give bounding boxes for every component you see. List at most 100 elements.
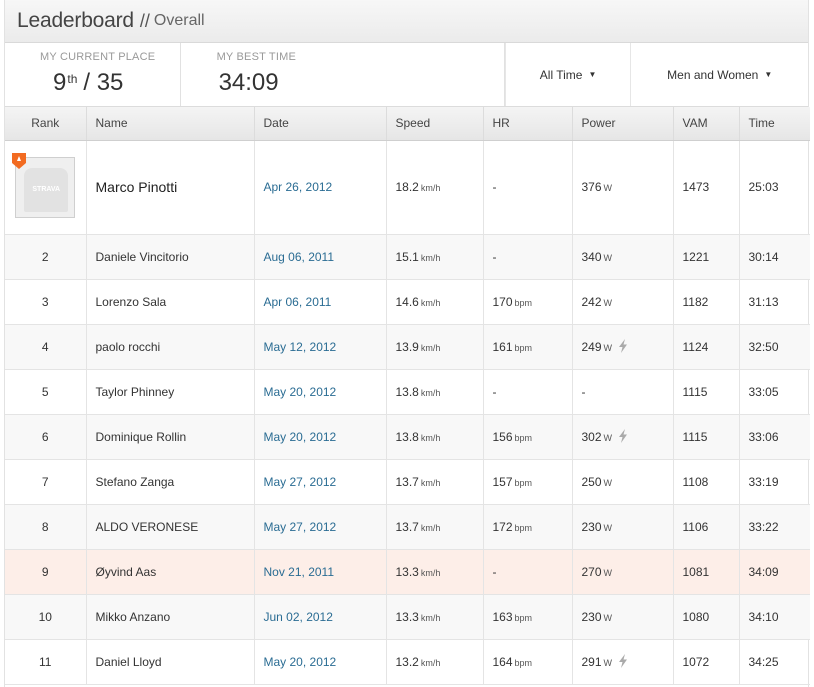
- table-row: 11 Daniel Lloyd May 20, 2012 13.2 km/h 164 bpm…: [5, 639, 810, 685]
- power-cell: 270 W: [572, 549, 674, 595]
- time-cell: 33:06: [739, 414, 810, 460]
- leaderboard-panel: Leaderboard // Overall MY CURRENT PLACE …: [4, 0, 810, 687]
- gender-filter-dropdown[interactable]: Men and Women ▼: [630, 43, 808, 106]
- hr-cell: 164 bpm: [483, 639, 573, 685]
- power-cell: 302 W: [572, 414, 674, 460]
- hr-cell: 157 bpm: [483, 459, 573, 505]
- time-cell: 33:19: [739, 459, 810, 505]
- lightning-bolt-icon: [619, 654, 628, 668]
- table-row: 2 Daniele Vincitorio Aug 06, 2011 15.1 km/h -…: [5, 234, 810, 280]
- power-cell: 340 W: [572, 234, 674, 280]
- athlete-name-link[interactable]: Dominique Rollin: [96, 430, 187, 444]
- column-header-time[interactable]: Time: [739, 107, 810, 141]
- athlete-name-link[interactable]: Stefano Zanga: [96, 475, 175, 489]
- activity-date-link[interactable]: Aug 06, 2011: [264, 250, 335, 264]
- athlete-name-link[interactable]: Lorenzo Sala: [96, 295, 167, 309]
- hr-cell: -: [483, 369, 573, 415]
- time-filter-label: All Time: [539, 67, 583, 82]
- column-header-vam[interactable]: VAM: [673, 107, 740, 141]
- power-cell: 242 W: [572, 279, 674, 325]
- vam-cell: 1072: [673, 639, 740, 685]
- athlete-name-link[interactable]: Mikko Anzano: [96, 610, 171, 624]
- activity-date-link[interactable]: Nov 21, 2011: [264, 565, 335, 579]
- athlete-name-cell[interactable]: Stefano Zanga: [86, 459, 255, 505]
- speed-cell: 13.7 km/h: [386, 504, 484, 550]
- date-cell: Aug 06, 2011: [254, 234, 387, 280]
- speed-cell: 13.8 km/h: [386, 414, 484, 460]
- athlete-name-link[interactable]: Daniele Vincitorio: [96, 250, 189, 264]
- athlete-name-cell[interactable]: Daniel Lloyd: [86, 639, 255, 685]
- hr-cell: 161 bpm: [483, 324, 573, 370]
- column-header-power[interactable]: Power: [572, 107, 674, 141]
- activity-date-link[interactable]: May 12, 2012: [264, 340, 337, 354]
- hr-cell: 172 bpm: [483, 504, 573, 550]
- date-cell: May 20, 2012: [254, 414, 387, 460]
- power-cell: 250 W: [572, 459, 674, 505]
- date-cell: Apr 06, 2011: [254, 279, 387, 325]
- lightning-bolt-icon: [619, 429, 628, 443]
- athlete-name-cell[interactable]: Lorenzo Sala: [86, 279, 255, 325]
- athlete-name-link[interactable]: Marco Pinotti: [96, 179, 178, 195]
- athlete-name-link[interactable]: Daniel Lloyd: [96, 655, 162, 669]
- vam-cell: 1124: [673, 324, 740, 370]
- athlete-name-cell[interactable]: ALDO VERONESE: [86, 504, 255, 550]
- athlete-name-cell[interactable]: paolo rocchi: [86, 324, 255, 370]
- athlete-name-cell[interactable]: Daniele Vincitorio: [86, 234, 255, 280]
- avatar[interactable]: STRAVA: [12, 152, 76, 218]
- time-cell: 32:50: [739, 324, 810, 370]
- speed-cell: 14.6 km/h: [386, 279, 484, 325]
- time-cell: 33:05: [739, 369, 810, 415]
- table-row: 9 Øyvind Aas Nov 21, 2011 13.3 km/h -270 W 1081…: [5, 549, 810, 595]
- athlete-name-link[interactable]: paolo rocchi: [96, 340, 161, 354]
- activity-date-link[interactable]: May 20, 2012: [264, 385, 337, 399]
- column-header-rank[interactable]: Rank: [5, 107, 87, 141]
- place-suffix: th: [67, 72, 78, 86]
- vam-cell: 1115: [673, 369, 740, 415]
- leaderboard-table: Rank Name Date Speed HR Power VAM Time S…: [5, 107, 810, 685]
- column-header-speed[interactable]: Speed: [386, 107, 484, 141]
- rank-cell: 7: [5, 459, 87, 505]
- athlete-name-link[interactable]: ALDO VERONESE: [96, 520, 199, 534]
- column-header-hr[interactable]: HR: [483, 107, 573, 141]
- table-row: 4 paolo rocchi May 12, 2012 13.9 km/h 161 bpm 2…: [5, 324, 810, 370]
- athlete-name-cell[interactable]: Taylor Phinney: [86, 369, 255, 415]
- athlete-name-cell[interactable]: Øyvind Aas: [86, 549, 255, 595]
- speed-cell: 13.7 km/h: [386, 459, 484, 505]
- hr-cell: -: [483, 549, 573, 595]
- activity-date-link[interactable]: May 20, 2012: [264, 655, 337, 669]
- athlete-name-cell[interactable]: Mikko Anzano: [86, 594, 255, 640]
- date-cell: May 12, 2012: [254, 324, 387, 370]
- athlete-name-cell[interactable]: Dominique Rollin: [86, 414, 255, 460]
- rank-cell: 6: [5, 414, 87, 460]
- athlete-name-link[interactable]: Taylor Phinney: [96, 385, 175, 399]
- rank-cell: 2: [5, 234, 87, 280]
- stats-bar: MY CURRENT PLACE 9th / 35 MY BEST TIME 34…: [5, 43, 808, 107]
- vam-cell: 1182: [673, 279, 740, 325]
- time-filter-dropdown[interactable]: All Time ▼: [504, 43, 631, 106]
- speed-cell: 13.8 km/h: [386, 369, 484, 415]
- time-cell: 34:09: [739, 549, 810, 595]
- rank-cell: 9: [5, 549, 87, 595]
- vam-cell: 1473: [673, 140, 740, 235]
- column-header-date[interactable]: Date: [254, 107, 387, 141]
- activity-date-link[interactable]: May 20, 2012: [264, 430, 337, 444]
- activity-date-link[interactable]: Jun 02, 2012: [264, 610, 333, 624]
- table-row: STRAVA Marco Pinotti Apr 26, 2012 18.2 km/h -…: [5, 140, 810, 235]
- place-total: / 35: [83, 69, 124, 96]
- time-cell: 31:13: [739, 279, 810, 325]
- column-header-name[interactable]: Name: [86, 107, 255, 141]
- activity-date-link[interactable]: Apr 26, 2012: [264, 180, 333, 194]
- activity-date-link[interactable]: Apr 06, 2011: [264, 295, 332, 309]
- vam-cell: 1221: [673, 234, 740, 280]
- chevron-down-icon: ▼: [588, 70, 597, 79]
- activity-date-link[interactable]: May 27, 2012: [264, 520, 337, 534]
- date-cell: May 27, 2012: [254, 459, 387, 505]
- date-cell: Nov 21, 2011: [254, 549, 387, 595]
- speed-cell: 18.2 km/h: [386, 140, 484, 235]
- chevron-down-icon: ▼: [764, 70, 773, 79]
- current-place-stat: MY CURRENT PLACE 9th / 35: [5, 43, 181, 106]
- athlete-name-cell[interactable]: Marco Pinotti: [86, 140, 255, 235]
- hr-cell: 163 bpm: [483, 594, 573, 640]
- athlete-name-link[interactable]: Øyvind Aas: [96, 565, 157, 579]
- activity-date-link[interactable]: May 27, 2012: [264, 475, 337, 489]
